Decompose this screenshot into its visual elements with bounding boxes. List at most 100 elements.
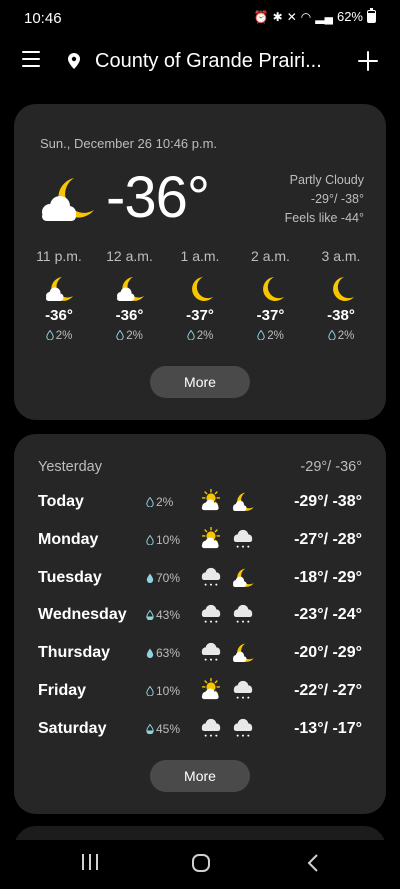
hour-temperature: -38° — [327, 307, 355, 324]
hourly-item: 3 a.m. -38° 2% — [306, 248, 376, 342]
day-precip-value: 63% — [156, 646, 181, 661]
precipitation-icon — [186, 330, 195, 340]
precipitation-icon — [45, 330, 54, 340]
day-temperature-range: -22°/ -27° — [294, 682, 362, 699]
day-precipitation: 45% — [146, 722, 180, 736]
hour-label: 3 a.m. — [321, 248, 361, 264]
daily-row[interactable]: Today 2% -29°/ -38° — [14, 484, 386, 522]
precipitation-icon — [116, 330, 124, 340]
hour-precipitation: 2% — [95, 330, 165, 342]
current-temperature: -36° — [106, 165, 210, 230]
location-title[interactable]: County of Grande Prairi... — [95, 50, 335, 73]
day-name: Wednesday — [38, 606, 127, 624]
day-precip-value: 2% — [156, 495, 174, 509]
day-name: Saturday — [38, 719, 107, 737]
hourly-item: 1 a.m. -37° 2% — [165, 248, 235, 342]
high-low-text: -29°/ -38° — [310, 192, 364, 206]
snow-cloud-icon — [233, 718, 253, 737]
current-weather-card[interactable]: Sun., December 26 10:46 p.m. -36° Partly… — [14, 104, 386, 420]
precipitation-icon — [327, 330, 336, 340]
battery-percent: 62% — [336, 9, 363, 24]
recent-apps-icon[interactable] — [80, 853, 100, 871]
hour-precip-value: 2% — [337, 330, 355, 342]
daily-more-button[interactable]: More — [150, 760, 250, 792]
moon-icon — [333, 277, 354, 301]
hour-precipitation: 2% — [306, 330, 376, 342]
day-precipitation: 2% — [146, 495, 173, 509]
day-precipitation: 63% — [146, 646, 180, 660]
partly-sunny-icon — [201, 678, 221, 700]
hourly-forecast: 11 p.m. -36° 2% 12 a.m. -36° 2% 1 a.m. -37° 2% 2 … — [24, 248, 376, 342]
snow-cloud-icon — [201, 567, 221, 586]
partly-cloudy-night-icon — [42, 178, 94, 221]
yesterday-range: -29°/ -36° — [300, 459, 362, 475]
precipitation-icon — [146, 534, 154, 545]
app-bar: County of Grande Prairi... — [0, 36, 400, 88]
status-bar: 10:46 ⏰ ✱ ✕ ◠ ▂▄ 62% — [0, 0, 400, 36]
moon-icon — [262, 277, 284, 301]
hour-label: 2 a.m. — [251, 248, 290, 264]
hour-precip-value: 2% — [126, 330, 143, 342]
day-name: Today — [38, 493, 84, 510]
home-icon[interactable] — [191, 853, 211, 873]
precipitation-icon — [257, 330, 265, 340]
day-temperature-range: -29°/ -38° — [294, 493, 362, 510]
snow-cloud-icon — [233, 680, 253, 699]
day-name: Monday — [38, 530, 99, 548]
daily-row[interactable]: Thursday 63% -20°/ -29° — [14, 635, 386, 673]
hourly-item: 11 p.m. -36° 2% — [24, 248, 94, 342]
mute-icon: ✕ — [286, 9, 297, 24]
hour-label: 12 a.m. — [106, 248, 153, 264]
battery-icon — [367, 8, 376, 23]
daily-forecast-card[interactable]: Yesterday -29°/ -36° Today 2% -29°/ -38° Mo… — [14, 434, 386, 814]
hour-precipitation: 2% — [165, 330, 235, 342]
partly-cloudy-night-icon — [233, 643, 254, 663]
hour-temperature: -37° — [256, 307, 285, 324]
hourly-more-button[interactable]: More — [150, 366, 250, 398]
hour-precipitation: 2% — [24, 330, 94, 342]
add-location-icon[interactable] — [356, 49, 380, 73]
day-precip-value: 43% — [156, 608, 181, 623]
daily-row[interactable]: Saturday 45% -13°/ -17° — [14, 711, 386, 749]
day-temperature-range: -20°/ -29° — [294, 644, 362, 662]
daily-row[interactable]: Tuesday 70% -18°/ -29° — [14, 560, 386, 598]
hour-temperature: -36° — [115, 307, 144, 324]
alarm-icon: ⏰ — [253, 9, 269, 24]
back-icon[interactable] — [306, 853, 320, 873]
hour-precipitation: 2% — [236, 330, 306, 342]
precipitation-icon — [146, 686, 154, 696]
day-precipitation: 10% — [146, 684, 180, 698]
partly-cloudy-night-icon — [116, 277, 144, 301]
precipitation-icon — [146, 573, 154, 583]
status-icons: ⏰ ✱ ✕ ◠ ▂▄ 62% — [253, 8, 376, 24]
moon-icon — [192, 277, 213, 301]
day-precipitation: 10% — [146, 533, 180, 547]
menu-icon[interactable] — [22, 51, 40, 67]
day-name: Thursday — [38, 644, 111, 662]
day-precip-value: 70% — [156, 570, 181, 585]
hour-label: 11 p.m. — [36, 248, 82, 264]
hourly-item: 12 a.m. -36° 2% — [95, 248, 165, 342]
day-precipitation: 70% — [146, 571, 180, 585]
hour-label: 1 a.m. — [180, 248, 220, 264]
snow-cloud-icon — [233, 605, 253, 624]
location-pin-icon — [68, 53, 80, 69]
hour-temperature: -36° — [45, 307, 73, 324]
day-temperature-range: -23°/ -24° — [294, 606, 362, 624]
precipitation-icon — [146, 610, 154, 621]
precipitation-icon — [146, 497, 154, 507]
day-name: Friday — [38, 682, 87, 699]
navigation-bar — [0, 840, 400, 889]
daily-row[interactable]: Monday 10% -27°/ -28° — [14, 522, 386, 560]
daily-row[interactable]: Friday 10% -22°/ -27° — [14, 673, 386, 711]
hour-precip-value: 2% — [55, 330, 73, 342]
daily-row[interactable]: Wednesday 43% -23°/ -24° — [14, 597, 386, 635]
feels-like-text: Feels like -44° — [284, 211, 364, 225]
bluetooth-icon: ✱ — [272, 9, 283, 24]
partly-cloudy-night-icon — [46, 277, 73, 301]
hourly-item: 2 a.m. -37° 2% — [236, 248, 306, 342]
snow-cloud-icon — [201, 643, 221, 661]
hour-precip-value: 2% — [267, 330, 284, 342]
current-datetime: Sun., December 26 10:46 p.m. — [40, 136, 218, 151]
partly-cloudy-night-icon — [233, 492, 254, 511]
